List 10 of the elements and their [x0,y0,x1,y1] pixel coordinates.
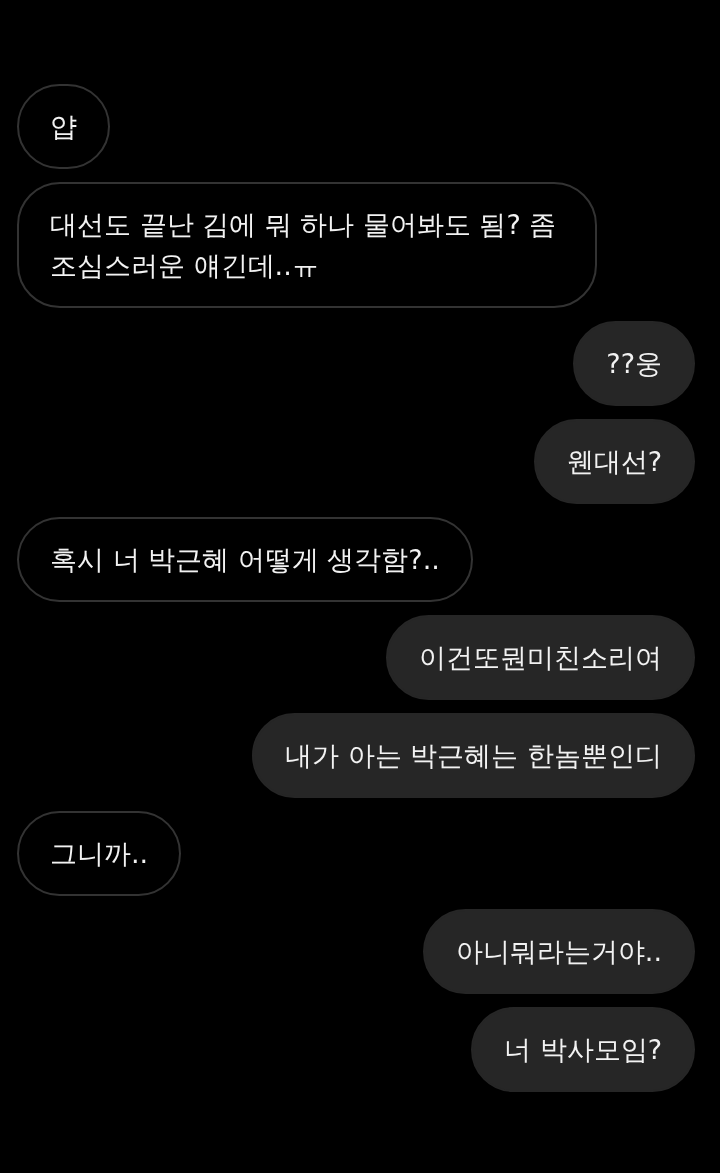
message-bubble: 그니까.. [17,811,182,896]
message-bubble: ??웅 [573,321,695,406]
message-bubble: 너 박사모임? [471,1007,695,1092]
message-bubble: 아니뭐라는거야.. [422,909,695,994]
message-bubble: 내가 아는 박근혜는 한놈뿐인디 [252,713,695,798]
message-bubble: 대선도 끝난 김에 뭐 하나 물어봐도 됨? 좀 조심스러운 얘긴데..ㅠ [17,182,597,308]
message-bubble: 혹시 너 박근혜 어떻게 생각함?.. [17,517,473,602]
message-bubble: 웬대선? [533,419,695,504]
message-bubble: 이건또뭔미친소리여 [386,615,695,700]
message-bubble: 얍 [17,84,110,169]
